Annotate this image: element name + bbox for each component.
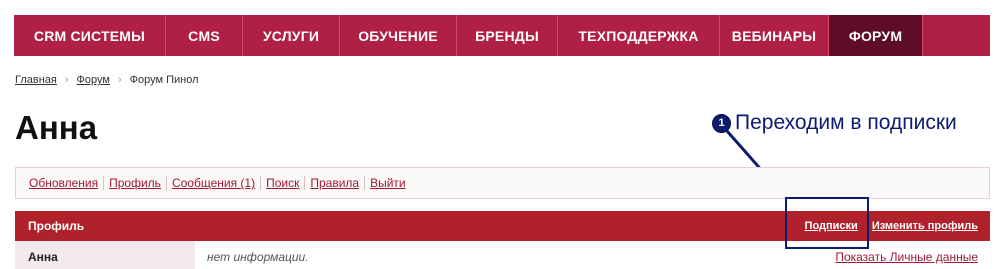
nav-item-cms[interactable]: CMS <box>166 15 243 56</box>
nav-item-crm[interactable]: CRM СИСТЕМЫ <box>14 15 166 56</box>
show-personal-data-link[interactable]: Показать Личные данные <box>835 241 978 264</box>
profile-actions: Подписки Изменить профиль <box>805 220 990 232</box>
subscriptions-link[interactable]: Подписки <box>805 220 858 232</box>
submenu-logout[interactable]: Выйти <box>365 176 411 190</box>
step-number-badge: 1 <box>712 113 731 133</box>
submenu-updates[interactable]: Обновления <box>29 176 103 190</box>
submenu-messages[interactable]: Сообщения (1) <box>167 176 260 190</box>
profile-section-header: Профиль Подписки Изменить профиль <box>15 211 990 241</box>
nav-item-support[interactable]: ТЕХПОДДЕРЖКА <box>558 15 720 56</box>
annotation-text: Переходим в подписки <box>735 111 957 134</box>
breadcrumb-chevron-icon: › <box>117 74 122 86</box>
edit-profile-link[interactable]: Изменить профиль <box>872 220 978 232</box>
submenu-search[interactable]: Поиск <box>261 176 304 190</box>
breadcrumb-chevron-icon: › <box>64 74 69 86</box>
profile-info: нет информации. <box>207 250 309 264</box>
breadcrumb-current: Форум Пинол <box>129 74 199 86</box>
breadcrumb: Главная › Форум › Форум Пинол <box>15 74 199 86</box>
main-navigation: CRM СИСТЕМЫ CMS УСЛУГИ ОБУЧЕНИЕ БРЕНДЫ Т… <box>14 15 990 56</box>
nav-filler <box>923 15 990 56</box>
profile-name: Анна <box>15 241 195 269</box>
nav-item-services[interactable]: УСЛУГИ <box>243 15 340 56</box>
nav-item-training[interactable]: ОБУЧЕНИЕ <box>340 15 457 56</box>
forum-submenu: Обновления Профиль Сообщения (1) Поиск П… <box>15 167 990 199</box>
submenu-profile[interactable]: Профиль <box>104 176 166 190</box>
annotation-callout: 1 Переходим в подписки <box>712 110 957 136</box>
nav-item-webinars[interactable]: ВЕБИНАРЫ <box>720 15 829 56</box>
submenu-rules[interactable]: Правила <box>305 176 364 190</box>
breadcrumb-home[interactable]: Главная <box>15 74 57 86</box>
profile-header-title: Профиль <box>28 219 85 233</box>
nav-item-brands[interactable]: БРЕНДЫ <box>457 15 558 56</box>
breadcrumb-forum[interactable]: Форум <box>77 74 110 86</box>
nav-item-forum[interactable]: ФОРУМ <box>829 15 923 56</box>
page-title: Анна <box>15 109 98 146</box>
profile-row: Анна нет информации. Показать Личные дан… <box>15 241 990 269</box>
